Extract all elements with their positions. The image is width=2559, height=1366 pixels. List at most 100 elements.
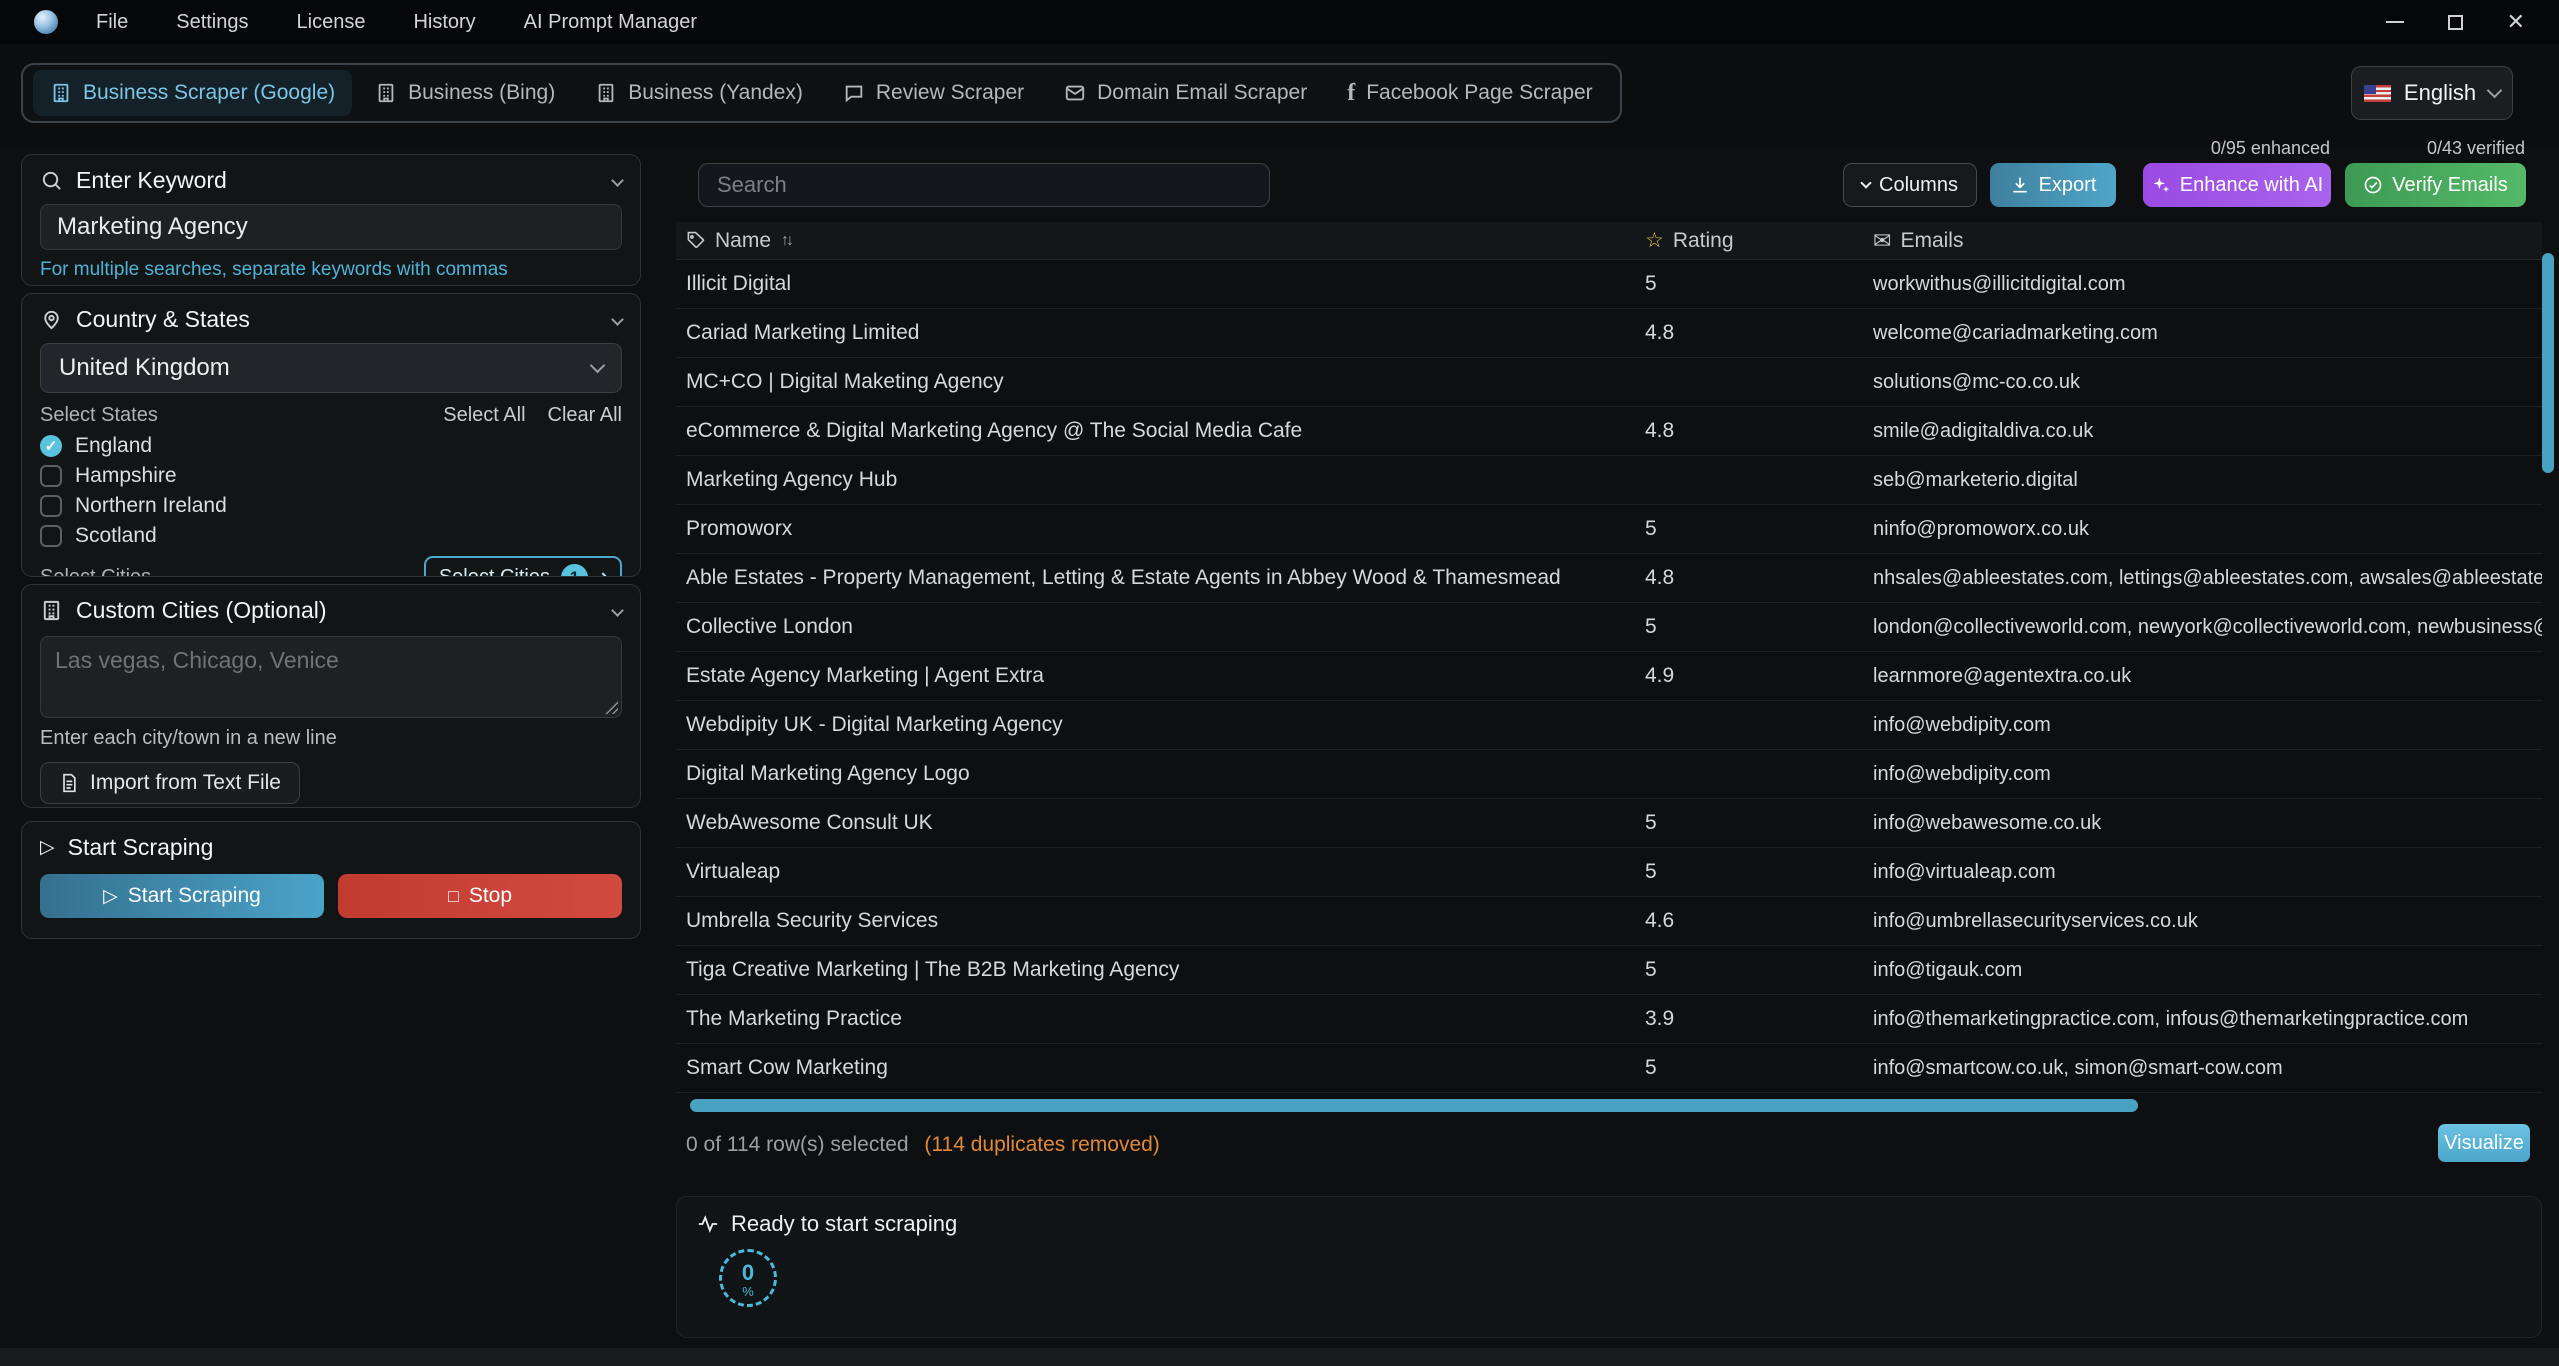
import-button-label: Import from Text File bbox=[90, 771, 281, 795]
table-row[interactable]: WebAwesome Consult UK 5 info@webawesome.… bbox=[676, 799, 2542, 848]
tab-domain-email-scraper[interactable]: Domain Email Scraper bbox=[1047, 70, 1324, 116]
state-checkbox-scotland[interactable]: Scotland bbox=[40, 524, 622, 547]
tab-review-scraper[interactable]: Review Scraper bbox=[826, 70, 1041, 116]
table-row[interactable]: Cariad Marketing Limited 4.8 welcome@car… bbox=[676, 309, 2542, 358]
table-row[interactable]: Tiga Creative Marketing | The B2B Market… bbox=[676, 946, 2542, 995]
visualize-button[interactable]: Visualize bbox=[2438, 1124, 2530, 1162]
table-row[interactable]: Illicit Digital 5 workwithus@illicitdigi… bbox=[676, 260, 2542, 309]
checkbox-checked-icon: ✓ bbox=[40, 435, 62, 457]
keyword-card-header[interactable]: Enter Keyword bbox=[40, 167, 622, 194]
clear-all-link[interactable]: Clear All bbox=[548, 404, 622, 427]
menu-settings[interactable]: Settings bbox=[176, 11, 248, 34]
status-card: Ready to start scraping 0 % bbox=[676, 1196, 2542, 1338]
start-scraping-card: ▷ Start Scraping ▷ Start Scraping □ Stop bbox=[21, 821, 641, 939]
tab-strip: Business Scraper (Google) Business (Bing… bbox=[0, 44, 2559, 147]
menu-license[interactable]: License bbox=[297, 11, 366, 34]
custom-cities-textarea[interactable] bbox=[55, 647, 607, 707]
cell-emails: info@themarketingpractice.com, infous@th… bbox=[1873, 1008, 2542, 1031]
enhance-with-ai-button[interactable]: Enhance with AI bbox=[2143, 163, 2331, 207]
keyword-input[interactable] bbox=[40, 204, 622, 250]
horizontal-scrollbar[interactable] bbox=[690, 1099, 2138, 1112]
close-icon[interactable]: ✕ bbox=[2507, 11, 2525, 33]
table-row[interactable]: The Marketing Practice 3.9 info@themarke… bbox=[676, 995, 2542, 1044]
building-icon bbox=[375, 82, 397, 104]
tab-business-yandex[interactable]: Business (Yandex) bbox=[578, 70, 820, 116]
country-select[interactable]: United Kingdom bbox=[40, 343, 622, 393]
custom-cities-header[interactable]: Custom Cities (Optional) bbox=[40, 597, 622, 624]
cell-name: Promoworx bbox=[676, 517, 1645, 541]
table-row[interactable]: Estate Agency Marketing | Agent Extra 4.… bbox=[676, 652, 2542, 701]
cell-rating: 5 bbox=[1645, 272, 1873, 296]
menu-ai-prompt-manager[interactable]: AI Prompt Manager bbox=[524, 11, 697, 34]
column-header-emails[interactable]: ✉ Emails bbox=[1873, 228, 2542, 254]
stop-button-label: Stop bbox=[469, 884, 512, 908]
emails-header-label: Emails bbox=[1900, 229, 1963, 253]
tab-business-scraper-google[interactable]: Business Scraper (Google) bbox=[33, 70, 352, 116]
state-checkbox-northern-ireland[interactable]: Northern Ireland bbox=[40, 494, 622, 517]
table-row[interactable]: Collective London 5 london@collectivewor… bbox=[676, 603, 2542, 652]
table-row[interactable]: Promoworx 5 ninfo@promoworx.co.uk bbox=[676, 505, 2542, 554]
menu-file[interactable]: File bbox=[96, 11, 128, 34]
envelope-icon bbox=[1064, 82, 1086, 104]
state-checkbox-england[interactable]: ✓ England bbox=[40, 434, 622, 457]
cell-rating: 5 bbox=[1645, 517, 1873, 541]
table-row[interactable]: eCommerce & Digital Marketing Agency @ T… bbox=[676, 407, 2542, 456]
table-row[interactable]: Umbrella Security Services 4.6 info@umbr… bbox=[676, 897, 2542, 946]
app-logo-globe-icon bbox=[34, 10, 58, 34]
table-row[interactable]: MC+CO | Digital Maketing Agency solution… bbox=[676, 358, 2542, 407]
progress-value: 0 bbox=[722, 1260, 774, 1286]
status-message: Ready to start scraping bbox=[731, 1211, 957, 1237]
search-input[interactable] bbox=[698, 163, 1270, 207]
chevron-down-icon bbox=[611, 313, 624, 326]
tab-label: Domain Email Scraper bbox=[1097, 81, 1307, 105]
export-button[interactable]: Export bbox=[1990, 163, 2116, 207]
bottom-strip bbox=[0, 1348, 2559, 1366]
select-cities-button[interactable]: Select Cities 1 bbox=[424, 556, 622, 577]
column-header-rating[interactable]: ☆ Rating bbox=[1645, 228, 1873, 253]
cell-name: Tiga Creative Marketing | The B2B Market… bbox=[676, 958, 1645, 982]
app-window: File Settings License History AI Prompt … bbox=[0, 0, 2559, 1366]
menu-history[interactable]: History bbox=[413, 11, 475, 34]
minimize-icon[interactable] bbox=[2386, 21, 2404, 23]
table-row[interactable]: Able Estates - Property Management, Lett… bbox=[676, 554, 2542, 603]
chevron-down-icon bbox=[590, 358, 606, 374]
language-selector[interactable]: English bbox=[2351, 66, 2513, 120]
start-scraping-button[interactable]: ▷ Start Scraping bbox=[40, 874, 324, 918]
column-header-name[interactable]: Name ↑↓ bbox=[676, 229, 1645, 253]
maximize-icon[interactable] bbox=[2448, 15, 2463, 30]
table-row[interactable]: Webdipity UK - Digital Marketing Agency … bbox=[676, 701, 2542, 750]
table-row[interactable]: Marketing Agency Hub seb@marketerio.digi… bbox=[676, 456, 2542, 505]
table-row[interactable]: Digital Marketing Agency Logo info@webdi… bbox=[676, 750, 2542, 799]
state-checkbox-hampshire[interactable]: Hampshire bbox=[40, 464, 622, 487]
verify-button-label: Verify Emails bbox=[2392, 174, 2508, 197]
tab-bar: Business Scraper (Google) Business (Bing… bbox=[21, 63, 1622, 123]
start-scraping-header: ▷ Start Scraping bbox=[40, 834, 622, 861]
columns-button[interactable]: Columns bbox=[1843, 163, 1977, 207]
table-body: Illicit Digital 5 workwithus@illicitdigi… bbox=[676, 260, 2542, 1093]
enhanced-count: 0/95 enhanced bbox=[2211, 138, 2330, 159]
import-text-file-button[interactable]: Import from Text File bbox=[40, 762, 300, 804]
cell-rating: 4.9 bbox=[1645, 664, 1873, 688]
tab-business-bing[interactable]: Business (Bing) bbox=[358, 70, 572, 116]
building-icon bbox=[40, 599, 63, 622]
select-all-link[interactable]: Select All bbox=[443, 404, 525, 427]
tab-label: Business Scraper (Google) bbox=[83, 81, 335, 105]
state-label: England bbox=[75, 434, 152, 458]
states-links: Select All Clear All bbox=[443, 404, 622, 427]
building-icon bbox=[50, 82, 72, 104]
keyword-hint: For multiple searches, separate keywords… bbox=[40, 259, 622, 281]
verify-emails-button[interactable]: Verify Emails bbox=[2345, 163, 2526, 207]
enhance-button-label: Enhance with AI bbox=[2180, 174, 2323, 197]
table-row[interactable]: Smart Cow Marketing 5 info@smartcow.co.u… bbox=[676, 1044, 2542, 1093]
state-label: Hampshire bbox=[75, 464, 177, 488]
rating-header-label: Rating bbox=[1673, 229, 1734, 253]
cell-name: Estate Agency Marketing | Agent Extra bbox=[676, 664, 1645, 688]
cell-name: MC+CO | Digital Maketing Agency bbox=[676, 370, 1645, 394]
tab-facebook-page-scraper[interactable]: f Facebook Page Scraper bbox=[1330, 70, 1609, 116]
stop-button[interactable]: □ Stop bbox=[338, 874, 622, 918]
table-row[interactable]: Virtualeap 5 info@virtualeap.com bbox=[676, 848, 2542, 897]
select-cities-label: Select Cities bbox=[40, 566, 151, 577]
location-card-header[interactable]: Country & States bbox=[40, 306, 622, 333]
vertical-scrollbar[interactable] bbox=[2542, 253, 2554, 473]
chevron-down-icon bbox=[2487, 83, 2503, 99]
